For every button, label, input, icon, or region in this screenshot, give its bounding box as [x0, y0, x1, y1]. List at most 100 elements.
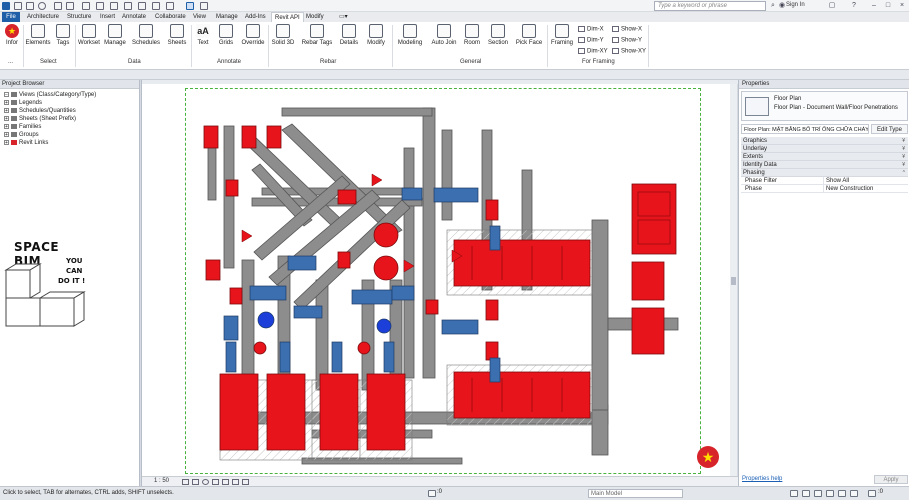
tree-item-views[interactable]: − Views (Class/Category/Type)	[4, 91, 96, 99]
collapse-icon[interactable]: −	[4, 91, 9, 97]
modify-rebar-button[interactable]: Modify	[364, 24, 388, 46]
tree-item-legends[interactable]: + Legends	[4, 99, 42, 107]
property-row[interactable]: Phase New Construction	[741, 185, 908, 193]
tab-file[interactable]: File	[2, 12, 20, 22]
auto-join-button[interactable]: Auto Join	[429, 24, 459, 46]
override-button[interactable]: Override	[239, 24, 267, 46]
select-links-icon[interactable]	[802, 490, 810, 497]
edit-type-button[interactable]: Edit Type	[871, 124, 908, 134]
switch-windows-icon[interactable]	[186, 2, 194, 10]
tags-button[interactable]: Tags	[54, 24, 72, 46]
elements-button[interactable]: Elements	[25, 24, 51, 46]
customize-icon[interactable]	[200, 2, 208, 10]
tab-annotate[interactable]: Annotate	[119, 12, 149, 22]
section-icon[interactable]	[138, 2, 146, 10]
editable-only-icon[interactable]	[790, 490, 798, 497]
apply-button[interactable]: Apply	[874, 475, 908, 484]
section-button[interactable]: Section	[485, 24, 511, 46]
show-crop-icon[interactable]	[232, 479, 239, 485]
grids-button[interactable]: Grids	[215, 24, 237, 46]
properties-help-link[interactable]: Properties help	[742, 476, 782, 482]
tree-item-sheets[interactable]: + Sheets (Sheet Prefix)	[4, 115, 76, 123]
cart-icon[interactable]: ▢	[828, 2, 836, 10]
revit-logo-icon[interactable]	[2, 2, 10, 10]
help-icon[interactable]: ?	[850, 2, 858, 10]
select-underlay-icon[interactable]	[814, 490, 822, 497]
dim-xy-button[interactable]: Dim-XY	[578, 48, 608, 55]
select-by-face-icon[interactable]	[838, 490, 846, 497]
temp-hide-icon[interactable]	[242, 479, 249, 485]
pick-face-button[interactable]: Pick Face	[514, 24, 544, 46]
tab-architecture[interactable]: Architecture	[24, 12, 62, 22]
workset-button[interactable]: Workset	[77, 24, 101, 46]
drawing-canvas[interactable]: ★ 1 : 50	[141, 80, 738, 486]
binoculars-icon[interactable]: ⌕	[769, 2, 777, 10]
user-icon[interactable]: ◉	[778, 2, 786, 10]
show-y-button[interactable]: Show-Y	[612, 37, 642, 44]
rebar-tags-button[interactable]: Rebar Tags	[300, 24, 334, 46]
redo-icon[interactable]	[66, 2, 74, 10]
schedules-button[interactable]: Schedules	[131, 24, 161, 46]
sun-path-icon[interactable]	[202, 479, 209, 485]
show-x-button[interactable]: Show-X	[612, 26, 642, 33]
expand-icon[interactable]: +	[4, 107, 9, 113]
visual-style-icon[interactable]	[192, 479, 199, 485]
infor-button[interactable]: ★ Infor	[3, 24, 21, 46]
text-icon[interactable]	[110, 2, 118, 10]
save-icon[interactable]	[26, 2, 34, 10]
tab-modify[interactable]: Modify	[303, 12, 327, 22]
tab-view[interactable]: View	[190, 12, 209, 22]
modeling-button[interactable]: Modeling	[395, 24, 425, 46]
close-views-icon[interactable]	[166, 2, 174, 10]
sync-icon[interactable]	[38, 2, 46, 10]
tab-collaborate[interactable]: Collaborate	[152, 12, 189, 22]
expand-icon[interactable]: +	[4, 115, 9, 121]
tree-item-groups[interactable]: + Groups	[4, 131, 39, 139]
close-icon[interactable]: ×	[898, 2, 906, 10]
expand-icon[interactable]: +	[4, 131, 9, 137]
tab-structure[interactable]: Structure	[64, 12, 94, 22]
tree-item-revit-links[interactable]: + Revit Links	[4, 139, 48, 147]
detail-level-icon[interactable]	[182, 479, 189, 485]
expand-icon[interactable]: +	[4, 99, 9, 105]
minimize-icon[interactable]: –	[870, 2, 878, 10]
group-extents[interactable]: Extents ¥	[741, 153, 908, 161]
undo-icon[interactable]	[54, 2, 62, 10]
manage-button[interactable]: Manage	[103, 24, 127, 46]
tab-overflow-icon[interactable]: ▭▾	[336, 12, 351, 22]
tree-item-schedules[interactable]: + Schedules/Quantities	[4, 107, 76, 115]
active-model-dropdown[interactable]: Main Model	[588, 489, 683, 498]
measure-icon[interactable]	[96, 2, 104, 10]
print-icon[interactable]	[82, 2, 90, 10]
scroll-thumb[interactable]	[731, 277, 736, 285]
tab-add-ins[interactable]: Add-Ins	[242, 12, 269, 22]
sheets-button[interactable]: Sheets	[165, 24, 189, 46]
instance-filter-dropdown[interactable]: Floor Plan: MẶT BẰNG BỐ TRÍ ỐNG CHỮA CHÁ…	[741, 124, 869, 134]
group-phasing[interactable]: Phasing ^	[741, 169, 908, 177]
tree-item-families[interactable]: + Families	[4, 123, 41, 131]
group-underlay[interactable]: Underlay ¥	[741, 145, 908, 153]
shadows-icon[interactable]	[212, 479, 219, 485]
tab-insert[interactable]: Insert	[97, 12, 118, 22]
crop-view-icon[interactable]	[222, 479, 229, 485]
maximize-icon[interactable]: □	[884, 2, 892, 10]
view-scale[interactable]: 1 : 50	[154, 478, 169, 484]
room-button[interactable]: Room	[461, 24, 483, 46]
tab-revit-api[interactable]: Revit API	[271, 12, 304, 22]
type-selector[interactable]: Floor Plan Floor Plan - Document Wall/Fl…	[741, 91, 908, 121]
expand-icon[interactable]: +	[4, 139, 9, 145]
signin-button[interactable]: Sign In	[786, 2, 805, 8]
text-button[interactable]: aA Text	[193, 24, 213, 46]
group-identity-data[interactable]: Identity Data ¥	[741, 161, 908, 169]
show-xy-button[interactable]: Show-XY	[612, 48, 646, 55]
3d-view-icon[interactable]	[124, 2, 132, 10]
thin-lines-icon[interactable]	[152, 2, 160, 10]
drag-elements-icon[interactable]	[850, 490, 858, 497]
dim-y-button[interactable]: Dim-Y	[578, 37, 604, 44]
expand-icon[interactable]: +	[4, 123, 9, 129]
workset-status-icon[interactable]	[428, 490, 436, 497]
vertical-scrollbar[interactable]	[730, 84, 737, 476]
solid-3d-button[interactable]: Solid 3D	[270, 24, 296, 46]
group-graphics[interactable]: Graphics ¥	[741, 137, 908, 145]
open-icon[interactable]	[14, 2, 22, 10]
